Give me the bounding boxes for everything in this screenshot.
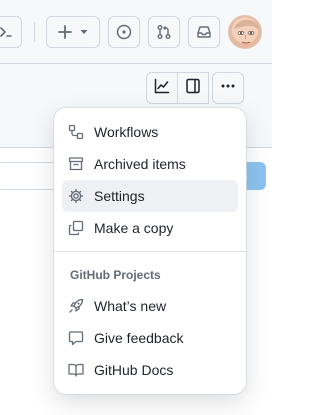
kebab-horizontal-icon <box>220 78 236 99</box>
inbox-icon <box>196 24 212 40</box>
side-panel-button[interactable] <box>177 72 209 104</box>
graph-icon <box>154 78 170 99</box>
menu-item-label: Workflows <box>94 124 159 140</box>
menu-item-label: Give feedback <box>94 330 184 346</box>
global-header <box>0 0 272 64</box>
git-pull-request-icon <box>156 24 172 40</box>
user-avatar[interactable] <box>228 15 262 49</box>
menu-item-label: Settings <box>94 188 145 204</box>
menu-item-archived-items[interactable]: Archived items <box>62 148 238 180</box>
menu-item-label: What’s new <box>94 298 167 314</box>
menu-item-github-docs[interactable]: GitHub Docs <box>62 354 238 386</box>
book-icon <box>68 362 84 378</box>
sidebar-icon <box>185 78 201 99</box>
plus-icon <box>58 25 72 39</box>
create-new-button[interactable] <box>46 16 100 48</box>
comment-icon <box>68 330 84 346</box>
menu-item-give-feedback[interactable]: Give feedback <box>62 322 238 354</box>
menu-group-title: GitHub Projects <box>70 268 161 282</box>
pull-requests-button[interactable] <box>148 16 180 48</box>
archive-icon <box>68 156 84 172</box>
command-palette-button[interactable] <box>0 16 22 48</box>
inbox-button[interactable] <box>188 16 220 48</box>
rocket-icon <box>68 298 84 314</box>
workflow-icon <box>68 124 84 140</box>
menu-item-label: Archived items <box>94 156 186 172</box>
menu-item-label: GitHub Docs <box>94 362 174 378</box>
issues-button[interactable] <box>108 16 140 48</box>
header-divider <box>34 22 35 42</box>
menu-item-whats-new[interactable]: What’s new <box>62 290 238 322</box>
menu-divider <box>54 251 246 252</box>
triangle-down-icon <box>80 28 88 36</box>
project-options-menu: Workflows Archived items Settings Make a… <box>54 108 246 394</box>
menu-item-settings[interactable]: Settings <box>62 180 238 212</box>
menu-item-make-a-copy[interactable]: Make a copy <box>62 212 238 244</box>
more-options-button[interactable] <box>212 72 244 104</box>
gear-icon <box>68 188 84 204</box>
insights-button[interactable] <box>146 72 178 104</box>
menu-item-workflows[interactable]: Workflows <box>62 116 238 148</box>
terminal-icon <box>0 24 14 40</box>
issue-opened-icon <box>116 24 132 40</box>
menu-item-label: Make a copy <box>94 220 174 236</box>
copy-icon <box>68 220 84 236</box>
